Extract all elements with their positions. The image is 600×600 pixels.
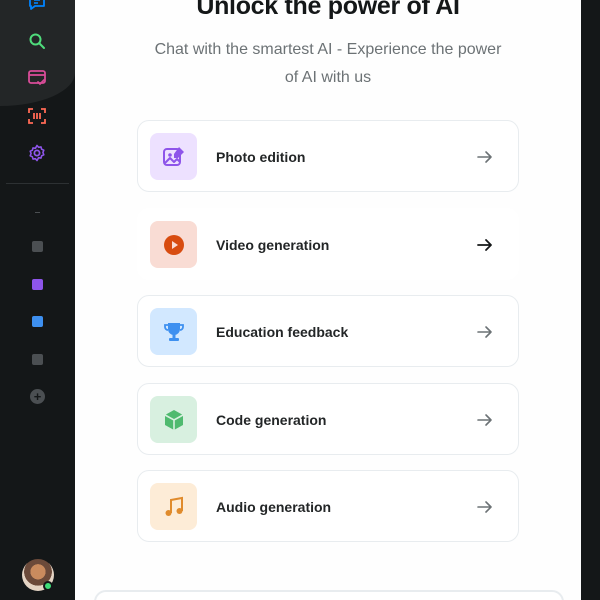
arrow-right-icon: [476, 411, 494, 429]
folder-blue[interactable]: [32, 316, 43, 327]
message-input-box[interactable]: [94, 590, 564, 600]
video-generation-card[interactable]: Video generation: [137, 208, 519, 280]
education-feedback-card[interactable]: Education feedback: [137, 295, 519, 367]
right-edge-panel: [581, 0, 600, 600]
page-title: Unlock the power of AI: [196, 0, 460, 20]
card-label: Education feedback: [216, 324, 349, 340]
arrow-right-icon: [476, 498, 494, 516]
sidebar-dash: [35, 212, 40, 213]
card-check-icon[interactable]: [26, 67, 48, 89]
card-label: Audio generation: [216, 499, 332, 515]
online-status-dot: [43, 581, 53, 591]
photo-edition-card[interactable]: Photo edition: [137, 120, 519, 192]
folder-gray[interactable]: [32, 354, 43, 365]
search-icon[interactable]: [26, 30, 48, 52]
add-folder-button[interactable]: +: [30, 389, 45, 404]
scan-icon[interactable]: [26, 105, 48, 127]
card-label: Video generation: [216, 237, 330, 253]
play-icon: [150, 221, 197, 268]
page-subtitle: Chat with the smartest AI - Experience t…: [154, 41, 502, 86]
settings-icon[interactable]: [26, 142, 48, 164]
arrow-right-icon: [476, 323, 494, 341]
chat-icon[interactable]: [26, 0, 48, 14]
sidebar: +: [0, 0, 75, 600]
music-note-icon: [150, 483, 197, 530]
card-label: Code generation: [216, 412, 327, 428]
sidebar-divider: [6, 183, 69, 184]
arrow-right-icon: [476, 236, 494, 254]
photo-edit-icon: [150, 133, 197, 180]
code-generation-card[interactable]: Code generation: [137, 383, 519, 455]
audio-generation-card[interactable]: Audio generation: [137, 470, 519, 542]
sidebar-nav-panel: [0, 0, 75, 106]
folder-purple[interactable]: [32, 279, 43, 290]
folder-gray[interactable]: [32, 241, 43, 252]
main-panel: Unlock the power of AI Chat with the sma…: [75, 0, 581, 600]
arrow-right-icon: [476, 148, 494, 166]
card-label: Photo edition: [216, 149, 306, 165]
code-cube-icon: [150, 396, 197, 443]
trophy-icon: [150, 308, 197, 355]
